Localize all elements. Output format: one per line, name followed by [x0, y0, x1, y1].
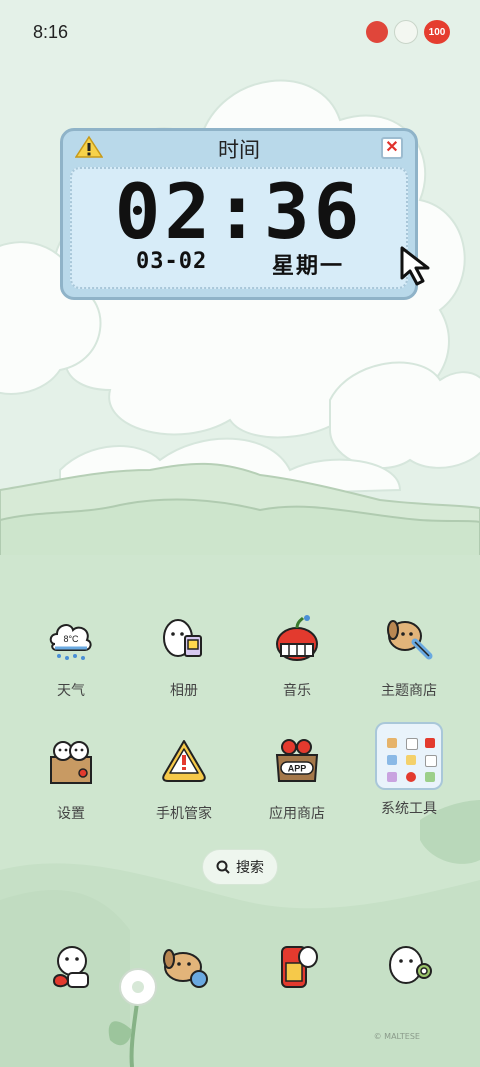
contacts-icon[interactable]	[272, 941, 324, 993]
clock-screen: 02:36 03-02 星期一	[70, 167, 408, 289]
weather-temp: 8°C	[63, 634, 79, 644]
app-phone-manager[interactable]: 手机管家	[134, 735, 234, 823]
app-label: 手机管家	[156, 806, 212, 822]
app-label: 设置	[57, 806, 85, 822]
pointer-cursor-icon	[400, 246, 430, 286]
app-app-store[interactable]: APP 应用商店	[247, 735, 347, 823]
camera-icon[interactable]	[384, 941, 436, 993]
search-label: 搜索	[236, 860, 264, 876]
status-bar: 8:16 100	[0, 0, 480, 68]
app-label: 应用商店	[269, 806, 325, 822]
app-gallery[interactable]: 相册	[134, 612, 234, 700]
search-button[interactable]: 搜索	[202, 849, 278, 885]
clock-widget[interactable]: 时间 ✕ 02:36 03-02 星期一	[60, 128, 418, 300]
app-store-badge: APP	[288, 764, 307, 774]
app-theme-store[interactable]: 主题商店	[359, 612, 459, 700]
copyright-text: © MALTESE	[373, 1032, 420, 1041]
clock-date: 03-02	[136, 249, 208, 274]
widget-titlebar: 时间 ✕	[63, 131, 415, 165]
phone-icon[interactable]	[46, 941, 98, 993]
app-weather[interactable]: 8°C 天气	[21, 612, 121, 700]
status-time: 8:16	[33, 22, 69, 42]
gallery-icon	[163, 619, 202, 657]
weather-icon: 8°C	[49, 624, 92, 660]
app-label: 天气	[57, 683, 85, 699]
app-label: 音乐	[283, 683, 311, 699]
music-icon	[276, 615, 318, 661]
wifi-icon	[394, 20, 418, 44]
app-store-icon: APP	[275, 739, 319, 782]
close-icon[interactable]: ✕	[381, 137, 403, 159]
app-label: 主题商店	[381, 683, 437, 699]
phone-manager-icon	[162, 740, 206, 782]
status-icons: 100	[366, 20, 450, 44]
search-icon	[216, 860, 230, 874]
messages-icon[interactable]	[159, 941, 211, 993]
system-tools-folder-icon	[375, 722, 443, 790]
battery-icon: 100	[424, 20, 450, 44]
signal-icon	[366, 21, 388, 43]
widget-title: 时间	[218, 138, 260, 162]
app-settings[interactable]: 设置	[21, 735, 121, 823]
app-music[interactable]: 音乐	[247, 612, 347, 700]
clock-time: 02:36	[114, 167, 364, 256]
app-label: 相册	[170, 683, 198, 699]
folder-system-tools[interactable]: 系统工具	[359, 722, 459, 818]
app-label: 系统工具	[381, 801, 437, 817]
clock-weekday: 星期一	[272, 254, 345, 279]
theme-store-icon	[387, 620, 433, 660]
settings-icon	[50, 741, 92, 784]
